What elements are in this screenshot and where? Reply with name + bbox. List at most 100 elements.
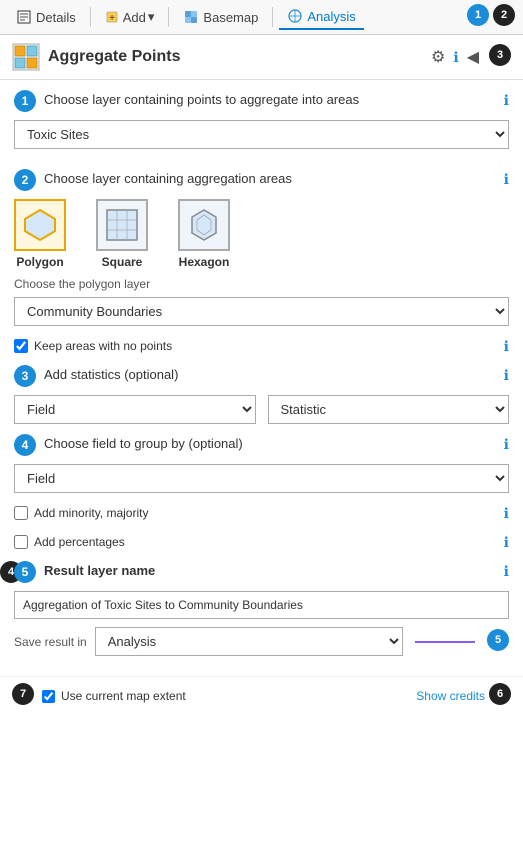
header-info-icon[interactable]: ℹ — [453, 49, 458, 66]
step4-field-dropdown[interactable]: Field — [14, 464, 509, 493]
panel-header: Aggregate Points ⚙ ℹ ◀ 3 — [0, 35, 523, 80]
analysis-tab[interactable]: Analysis — [279, 4, 363, 30]
field-dropdown[interactable]: Field — [14, 395, 256, 424]
step5-number: 5 — [14, 561, 36, 583]
credits-area: Show credits 6 — [416, 683, 511, 709]
step5-header: 5 Result layer name ℹ — [14, 561, 509, 583]
step1-info-icon[interactable]: ℹ — [504, 90, 509, 109]
polygon-shape-box[interactable] — [14, 199, 66, 251]
side-badge-6: 6 — [489, 683, 511, 705]
panel-header-actions: ⚙ ℹ ◀ 3 — [429, 44, 511, 70]
hexagon-icon — [186, 207, 222, 243]
top-badge-1: 1 — [467, 4, 489, 26]
step3-section: 3 Add statistics (optional) ℹ Field Stat… — [14, 365, 509, 424]
step1-header: 1 Choose layer containing points to aggr… — [14, 90, 509, 112]
basemap-icon — [183, 9, 199, 25]
side-badge-5: 5 — [487, 629, 509, 651]
percentages-label: Add percentages — [34, 535, 125, 549]
step1-label: Choose layer containing points to aggreg… — [44, 90, 496, 107]
top-badge-2: 2 — [493, 4, 515, 26]
settings-button[interactable]: ⚙ — [429, 45, 447, 69]
step2-label: Choose layer containing aggregation area… — [44, 169, 496, 186]
step5-section: 4 5 Result layer name ℹ Save result in A… — [14, 561, 509, 656]
details-label: Details — [36, 10, 76, 25]
add-label: Add — [123, 10, 146, 25]
use-extent-row: 7 Use current map extent — [12, 683, 186, 709]
step3-label: Add statistics (optional) — [44, 365, 496, 382]
panel-title: Aggregate Points — [48, 48, 180, 66]
step5-label: Result layer name — [44, 561, 496, 578]
step2-info-icon[interactable]: ℹ — [504, 169, 509, 188]
top-nav: Details + Add ▾ Basemap Analysis 1 — [0, 0, 523, 35]
use-current-extent-checkbox[interactable] — [42, 690, 55, 703]
save-result-dropdown[interactable]: Analysis — [95, 627, 403, 656]
minority-info-icon[interactable]: ℹ — [504, 503, 509, 522]
hexagon-label: Hexagon — [179, 255, 230, 269]
square-shape-box[interactable] — [96, 199, 148, 251]
side-badge-7: 7 — [12, 683, 34, 705]
purple-line — [415, 641, 475, 643]
keep-areas-checkbox[interactable] — [14, 339, 28, 353]
details-tab[interactable]: Details — [8, 5, 84, 29]
step4-number: 4 — [14, 434, 36, 456]
basemap-label: Basemap — [203, 10, 258, 25]
add-icon: + — [105, 9, 121, 25]
step4-info-icon[interactable]: ℹ — [504, 434, 509, 453]
keep-areas-info-icon[interactable]: ℹ — [504, 336, 509, 355]
basemap-tab[interactable]: Basemap — [175, 5, 266, 29]
analysis-label: Analysis — [307, 9, 355, 24]
polygon-sublabel: Choose the polygon layer — [14, 277, 509, 291]
step1-number: 1 — [14, 90, 36, 112]
polygon-icon — [22, 207, 58, 243]
step2-polygon-dropdown[interactable]: Community Boundaries — [14, 297, 509, 326]
step1-layer-dropdown[interactable]: Toxic Sites — [14, 120, 509, 149]
app-container: Details + Add ▾ Basemap Analysis 1 — [0, 0, 523, 715]
square-icon — [104, 207, 140, 243]
step3-number: 3 — [14, 365, 36, 387]
step3-header: 3 Add statistics (optional) ℹ — [14, 365, 509, 387]
minority-label: Add minority, majority — [34, 506, 148, 520]
show-credits-link[interactable]: Show credits — [416, 689, 485, 703]
back-arrow-button[interactable]: ◀ — [465, 45, 481, 69]
nav-divider-1 — [90, 7, 91, 27]
step2-section: 2 Choose layer containing aggregation ar… — [14, 169, 509, 355]
step3-info-icon[interactable]: ℹ — [504, 365, 509, 384]
hexagon-shape-item[interactable]: Hexagon — [178, 199, 230, 269]
minority-row: Add minority, majority ℹ — [14, 503, 509, 522]
details-icon — [16, 9, 32, 25]
stats-dropdowns-row: Field Statistic — [14, 395, 509, 424]
percentages-checkbox[interactable] — [14, 535, 28, 549]
percentages-info-icon[interactable]: ℹ — [504, 532, 509, 551]
step4-section: 4 Choose field to group by (optional) ℹ … — [14, 434, 509, 551]
polygon-label: Polygon — [16, 255, 63, 269]
step1-section: 1 Choose layer containing points to aggr… — [14, 90, 509, 159]
statistic-dropdown[interactable]: Statistic — [268, 395, 510, 424]
panel-title-row: Aggregate Points — [12, 43, 180, 71]
svg-text:+: + — [109, 13, 115, 24]
bottom-row: 7 Use current map extent Show credits 6 — [0, 676, 523, 715]
use-current-extent-label: Use current map extent — [61, 689, 186, 703]
minority-checkbox[interactable] — [14, 506, 28, 520]
percentages-row: Add percentages ℹ — [14, 532, 509, 551]
nav-divider-2 — [168, 7, 169, 27]
analysis-icon — [287, 8, 303, 24]
result-name-input[interactable] — [14, 591, 509, 619]
save-result-row: Save result in Analysis 5 — [14, 627, 509, 656]
nav-divider-3 — [272, 7, 273, 27]
side-badge-3: 3 — [489, 44, 511, 66]
add-dropdown-arrow: ▾ — [148, 9, 155, 25]
save-result-label: Save result in — [14, 635, 87, 649]
step4-header: 4 Choose field to group by (optional) ℹ — [14, 434, 509, 456]
panel-content: 1 Choose layer containing points to aggr… — [0, 80, 523, 676]
add-button[interactable]: + Add ▾ — [97, 5, 163, 29]
shape-selector-row: Polygon Square — [14, 199, 509, 269]
step5-info-icon[interactable]: ℹ — [504, 561, 509, 580]
keep-areas-label: Keep areas with no points — [34, 339, 172, 353]
square-shape-item[interactable]: Square — [96, 199, 148, 269]
keep-areas-row: Keep areas with no points ℹ — [14, 336, 509, 355]
hexagon-shape-box[interactable] — [178, 199, 230, 251]
step2-number: 2 — [14, 169, 36, 191]
polygon-shape-item[interactable]: Polygon — [14, 199, 66, 269]
step2-header: 2 Choose layer containing aggregation ar… — [14, 169, 509, 191]
square-label: Square — [102, 255, 143, 269]
